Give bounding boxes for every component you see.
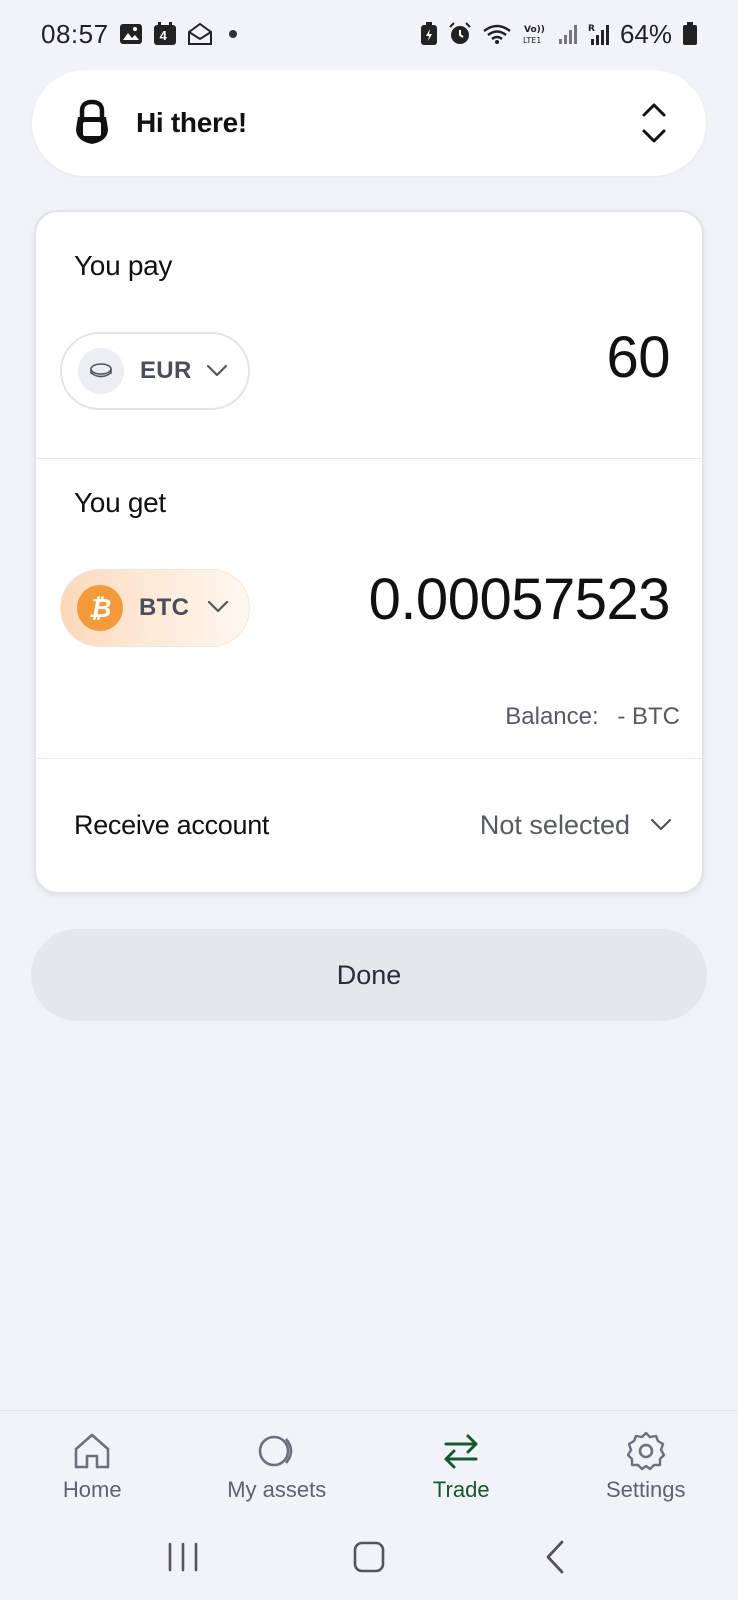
balance-label: Balance:	[505, 703, 599, 730]
mail-open-icon	[187, 22, 213, 46]
eur-coin-icon	[78, 348, 124, 394]
chevron-down-icon	[650, 818, 672, 831]
wifi-icon	[482, 23, 512, 45]
receive-account-selector[interactable]: Receive account Not selected	[36, 758, 702, 892]
get-currency-selector[interactable]: ₿ BTC	[60, 569, 250, 647]
bitcoin-icon: ₿	[77, 585, 123, 631]
nav-home-label: Home	[62, 1477, 122, 1502]
svg-text:Vo)): Vo))	[524, 25, 545, 35]
chevron-down-icon	[207, 600, 229, 613]
home-icon	[74, 1433, 110, 1469]
nav-settings-label: Settings	[606, 1477, 686, 1502]
trade-card: You pay EUR 60 You get ₿ BTC 0.00057523 …	[34, 210, 704, 894]
balance-row: Balance: - BTC	[501, 703, 680, 731]
dot-icon	[228, 30, 237, 38]
calendar-badge: 4	[159, 28, 167, 43]
nav-trade[interactable]: Trade	[369, 1411, 554, 1514]
assets-icon	[258, 1435, 293, 1467]
nav-trade-label: Trade	[432, 1477, 490, 1502]
system-nav-bar	[0, 1514, 738, 1600]
back-icon	[546, 1540, 564, 1574]
get-currency-code: BTC	[139, 594, 190, 621]
nav-settings[interactable]: Settings	[554, 1411, 738, 1514]
alarm-icon	[448, 22, 472, 46]
balance-value: - BTC	[617, 703, 680, 730]
get-label: You get	[74, 487, 166, 518]
pay-currency-selector[interactable]: EUR	[60, 332, 250, 410]
chevron-down-icon	[206, 364, 228, 377]
nav-home[interactable]: Home	[0, 1411, 185, 1514]
svg-text:R: R	[588, 24, 595, 34]
volte-icon: Vo)) LTE1	[522, 22, 548, 46]
divider	[36, 458, 702, 459]
status-bar-right: Vo)) LTE1 R 64%	[420, 19, 698, 50]
nav-my-assets-label: My assets	[227, 1477, 327, 1502]
account-switcher[interactable]: Hi there!	[32, 70, 706, 176]
pay-label: You pay	[74, 250, 173, 281]
battery-icon	[682, 22, 698, 46]
trade-screen: 08:57 4 Vo)) LTE1 R 64% Hi there! You pa…	[0, 0, 738, 1600]
bottom-nav: Home My assets Trade Settings	[0, 1410, 738, 1514]
expand-collapse-icon[interactable]	[640, 101, 668, 145]
pay-currency-code: EUR	[140, 357, 192, 384]
recent-apps-icon	[168, 1542, 198, 1572]
nav-my-assets[interactable]: My assets	[185, 1411, 370, 1514]
back-button[interactable]	[525, 1532, 585, 1582]
status-time: 08:57	[41, 18, 109, 49]
home-square-icon	[353, 1541, 385, 1573]
recent-apps-button[interactable]	[153, 1532, 213, 1582]
trade-icon	[444, 1434, 478, 1469]
calendar-icon: 4	[153, 22, 177, 46]
receive-account-value: Not selected	[479, 809, 630, 840]
pay-amount-input[interactable]: 60	[606, 324, 670, 391]
get-amount-value: 0.00057523	[368, 567, 671, 632]
lock-icon	[76, 99, 108, 144]
signal-roaming-icon: R	[588, 22, 610, 46]
gear-icon	[626, 1431, 665, 1471]
greeting-text: Hi there!	[136, 107, 247, 138]
battery-saver-icon	[420, 22, 438, 46]
receive-account-label: Receive account	[74, 809, 270, 840]
home-button[interactable]	[339, 1532, 399, 1582]
image-icon	[119, 23, 143, 45]
battery-percentage: 64%	[619, 18, 672, 49]
status-bar: 08:57 4 Vo)) LTE1 R 64%	[0, 0, 738, 68]
svg-text:LTE1: LTE1	[523, 36, 541, 45]
status-bar-left: 08:57 4	[41, 19, 237, 50]
done-button[interactable]: Done	[31, 929, 707, 1021]
signal-icon	[558, 23, 578, 45]
